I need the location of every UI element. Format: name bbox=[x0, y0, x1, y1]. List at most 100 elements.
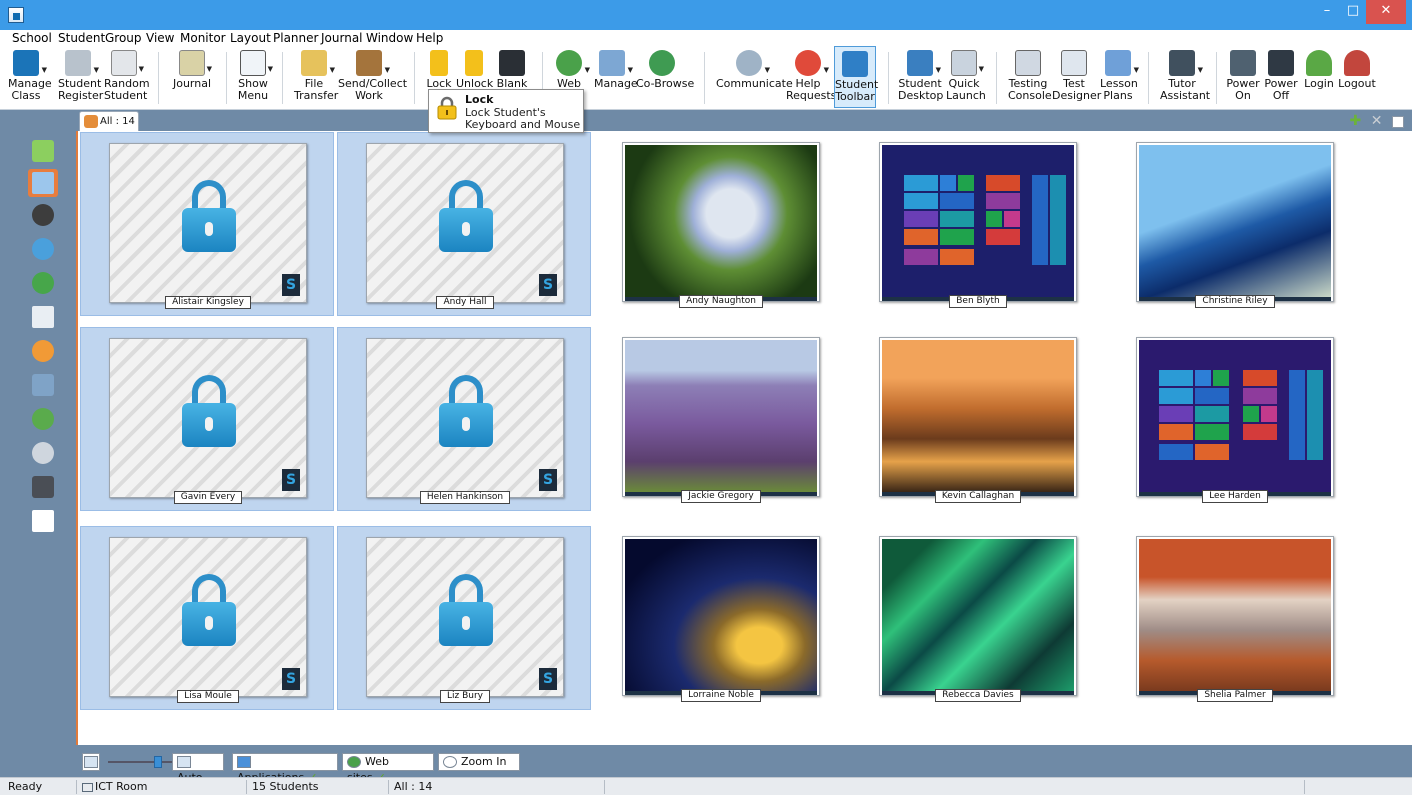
status-divider bbox=[246, 780, 247, 794]
testing-console-icon bbox=[1015, 50, 1041, 76]
menu-group[interactable]: Group bbox=[105, 31, 142, 45]
menu-school[interactable]: School bbox=[12, 31, 52, 45]
tab-all[interactable]: All : 14 bbox=[79, 111, 139, 131]
menu-layout[interactable]: Layout bbox=[230, 31, 271, 45]
student-name: Jackie Gregory bbox=[681, 490, 761, 503]
student-name: Lorraine Noble bbox=[681, 689, 761, 702]
manage-button[interactable]: ▼ Manage bbox=[594, 46, 638, 108]
applications-button[interactable]: Applications✓ bbox=[232, 753, 338, 784]
auto-button[interactable]: Auto bbox=[172, 753, 224, 784]
status-bar: Ready ICT Room 15 Students All : 14 bbox=[0, 777, 1412, 795]
co-browse-button[interactable]: Co-Browse bbox=[636, 46, 694, 108]
maximize-button[interactable]: □ bbox=[1340, 0, 1366, 24]
student-tile[interactable]: Andy Naughton bbox=[594, 132, 848, 316]
thumbnail-size-icon bbox=[82, 753, 100, 771]
sidebar-item-devices[interactable] bbox=[28, 439, 58, 467]
desktop-thumbnail bbox=[1136, 337, 1334, 497]
communicate-button[interactable]: ▼ Communicate bbox=[716, 46, 793, 108]
student-tile[interactable]: Lee Harden bbox=[1108, 327, 1362, 511]
menu-window[interactable]: Window bbox=[366, 31, 413, 45]
sidebar-item-web[interactable] bbox=[28, 269, 58, 297]
lesson-plans-icon: ▼ bbox=[1105, 50, 1139, 76]
status-state: Ready bbox=[8, 780, 43, 793]
manage-class-button[interactable]: ▼ Manage Class bbox=[8, 46, 52, 108]
toolbar-label: Plans bbox=[1103, 89, 1133, 102]
sidebar-item-thumbnails[interactable] bbox=[28, 169, 58, 197]
close-button[interactable]: ✕ bbox=[1366, 0, 1406, 24]
sidebar-item-users[interactable] bbox=[28, 405, 58, 433]
testing-console-button[interactable]: Testing Console bbox=[1008, 46, 1052, 108]
power-on-button[interactable]: Power On bbox=[1226, 46, 1260, 108]
student-register-icon: ▼ bbox=[65, 50, 99, 76]
student-tile[interactable]: Lorraine Noble bbox=[594, 526, 848, 710]
student-desktop-button[interactable]: ▼ Student Desktop bbox=[898, 46, 944, 108]
student-tile[interactable]: Rebecca Davies bbox=[851, 526, 1105, 710]
slider-knob[interactable] bbox=[154, 756, 162, 768]
student-tile[interactable]: S Alistair Kingsley bbox=[80, 132, 334, 316]
test-designer-button[interactable]: Test Designer bbox=[1052, 46, 1101, 108]
view-options-icon[interactable] bbox=[1392, 116, 1404, 128]
power-on-icon bbox=[1230, 50, 1256, 76]
globe-icon bbox=[347, 756, 361, 768]
zoom-label: Zoom In bbox=[461, 755, 507, 768]
websites-button[interactable]: Web sites✓ bbox=[342, 753, 434, 784]
toolbar-label: Journal bbox=[172, 77, 212, 90]
status-divider bbox=[388, 780, 389, 794]
sidebar-item-printing[interactable] bbox=[28, 371, 58, 399]
student-toolbar-button[interactable]: Student Toolbar bbox=[834, 46, 878, 108]
sidebar-item-home[interactable] bbox=[28, 137, 58, 165]
send-collect-work-button[interactable]: ▼ Send/Collect Work bbox=[338, 46, 407, 108]
quick-launch-button[interactable]: ▼ Quick Launch bbox=[946, 46, 986, 108]
login-button[interactable]: Login bbox=[1302, 46, 1336, 108]
panel-icons: ✚ ✕ bbox=[1344, 113, 1404, 129]
student-tile[interactable]: Ben Blyth bbox=[851, 132, 1105, 316]
close-icon[interactable]: ✕ bbox=[1371, 113, 1383, 129]
toolbar-label: Manage bbox=[594, 77, 638, 90]
tutor-assistant-button[interactable]: ▼ Tutor Assistant bbox=[1160, 46, 1210, 108]
student-tile[interactable]: Kevin Callaghan bbox=[851, 327, 1105, 511]
help-requests-button[interactable]: ▼ Help Requests bbox=[786, 46, 836, 108]
sidebar-item-keyboard[interactable] bbox=[28, 473, 58, 501]
menu-journal[interactable]: Journal bbox=[321, 31, 363, 45]
student-thumbnail-panel: S Alistair Kingsley S Andy Hall Andy Nau… bbox=[76, 131, 1412, 745]
journal-button[interactable]: ▼ Journal bbox=[172, 46, 212, 108]
add-icon[interactable]: ✚ bbox=[1350, 113, 1362, 129]
toolbar-label: Register bbox=[58, 89, 104, 102]
power-off-icon bbox=[1268, 50, 1294, 76]
lock-icon bbox=[439, 180, 493, 252]
sidebar-item-audio[interactable] bbox=[28, 201, 58, 229]
student-name: Rebecca Davies bbox=[935, 689, 1021, 702]
lesson-plans-button[interactable]: ▼ Lesson Plans bbox=[1100, 46, 1139, 108]
toolbar-label: Menu bbox=[237, 89, 269, 102]
file-transfer-button[interactable]: ▼ File Transfer bbox=[294, 46, 338, 108]
menu-view[interactable]: View bbox=[146, 31, 174, 45]
student-tile[interactable]: Shelia Palmer bbox=[1108, 526, 1362, 710]
student-tile[interactable]: S Liz Bury bbox=[337, 526, 591, 710]
student-tile[interactable]: Jackie Gregory bbox=[594, 327, 848, 511]
random-student-button[interactable]: ▼ Random Student bbox=[104, 46, 150, 108]
student-register-button[interactable]: ▼ Student Register bbox=[58, 46, 104, 108]
sidebar-item-apps[interactable] bbox=[28, 303, 58, 331]
student-tile[interactable]: Christine Riley bbox=[1108, 132, 1362, 316]
student-tile[interactable]: S Lisa Moule bbox=[80, 526, 334, 710]
student-name: Gavin Every bbox=[173, 491, 243, 504]
sidebar-item-activity[interactable] bbox=[28, 507, 58, 535]
disc-icon bbox=[32, 442, 54, 464]
student-tile[interactable]: S Andy Hall bbox=[337, 132, 591, 316]
logout-button[interactable]: Logout bbox=[1338, 46, 1376, 108]
question-icon bbox=[32, 238, 54, 260]
menu-monitor[interactable]: Monitor bbox=[180, 31, 226, 45]
student-tile[interactable]: S Gavin Every bbox=[80, 327, 334, 511]
toolbar-label: Desktop bbox=[898, 89, 944, 102]
zoom-in-button[interactable]: Zoom In bbox=[438, 753, 520, 771]
menu-help[interactable]: Help bbox=[416, 31, 443, 45]
student-tile[interactable]: S Helen Hankinson bbox=[337, 327, 591, 511]
sidebar-item-reports[interactable] bbox=[28, 337, 58, 365]
menu-student[interactable]: Student bbox=[58, 31, 105, 45]
minimize-button[interactable]: – bbox=[1314, 0, 1340, 24]
toolbar-label: Toolbar bbox=[835, 90, 875, 103]
menu-planner[interactable]: Planner bbox=[273, 31, 318, 45]
sidebar-item-help[interactable] bbox=[28, 235, 58, 263]
power-off-button[interactable]: Power Off bbox=[1264, 46, 1298, 108]
show-menu-button[interactable]: ▼ Show Menu bbox=[236, 46, 273, 108]
